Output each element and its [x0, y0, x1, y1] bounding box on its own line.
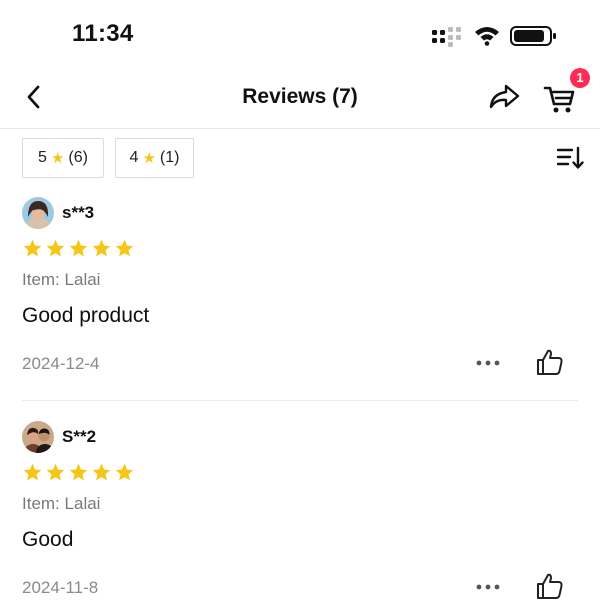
star-icon	[23, 239, 42, 257]
star-icon	[92, 239, 111, 257]
star-icon	[115, 463, 134, 481]
avatar-image	[22, 421, 54, 453]
thumbs-up-icon	[537, 349, 563, 375]
divider	[22, 400, 578, 401]
review-text: Good product	[22, 304, 150, 327]
filter-rating: 5	[38, 149, 47, 166]
filter-count: (1)	[159, 149, 180, 166]
star-icon: ★	[50, 150, 65, 167]
item-label: Item:	[22, 494, 60, 513]
like-button[interactable]	[534, 570, 566, 602]
star-icon	[92, 463, 111, 481]
star-icon	[69, 239, 88, 257]
like-button[interactable]	[534, 346, 566, 378]
star-icon	[23, 463, 42, 481]
star-rating	[22, 462, 135, 486]
star-icon	[115, 239, 134, 257]
nav-bar: Reviews (7)	[0, 66, 600, 129]
reviewer-row: s**3	[22, 196, 94, 230]
item-variant: Item: Lalai	[22, 270, 100, 290]
star-icon	[69, 463, 88, 481]
star-icon	[46, 463, 65, 481]
reviewer-row: S**2	[22, 420, 96, 454]
filter-chip-4-star[interactable]: 4 ★ (1)	[115, 138, 194, 178]
avatar[interactable]	[22, 421, 54, 453]
filter-rating: 4	[129, 149, 139, 166]
reviewer-name: S**2	[62, 427, 97, 446]
more-dots-icon	[476, 360, 500, 366]
sort-icon	[556, 146, 584, 169]
star-icon: ★	[142, 150, 156, 167]
reviewer-name: s**3	[62, 203, 95, 222]
filter-chip-5-star[interactable]: 5 ★ (6)	[22, 138, 104, 178]
more-options-button[interactable]	[474, 351, 502, 375]
wifi-icon	[475, 27, 499, 46]
sort-button[interactable]	[556, 144, 586, 172]
more-dots-icon	[476, 584, 500, 590]
item-label: Item:	[22, 270, 60, 289]
avatar[interactable]	[22, 197, 54, 229]
review-date: 2024-12-4	[22, 354, 100, 373]
item-value: Lalai	[64, 270, 101, 289]
avatar-image	[22, 197, 54, 229]
thumbs-up-icon	[537, 573, 563, 599]
share-icon	[489, 84, 520, 109]
more-options-button[interactable]	[474, 575, 502, 599]
share-button[interactable]	[484, 78, 524, 116]
item-variant: Item: Lalai	[22, 494, 100, 514]
item-value: Lalai	[64, 494, 101, 513]
review-date: 2024-11-8	[22, 578, 99, 597]
battery-icon	[510, 26, 556, 46]
review-text: Good	[22, 528, 74, 551]
filter-count: (6)	[68, 149, 88, 166]
status-bar: 11:34	[0, 0, 600, 66]
rating-filter-row: 5 ★ (6) 4 ★ (1)	[0, 138, 600, 180]
star-icon	[46, 239, 65, 257]
cart-count-badge: 1	[570, 68, 590, 88]
signal-icon	[432, 27, 461, 47]
status-time: 11:34	[72, 20, 134, 47]
star-rating	[22, 238, 135, 262]
